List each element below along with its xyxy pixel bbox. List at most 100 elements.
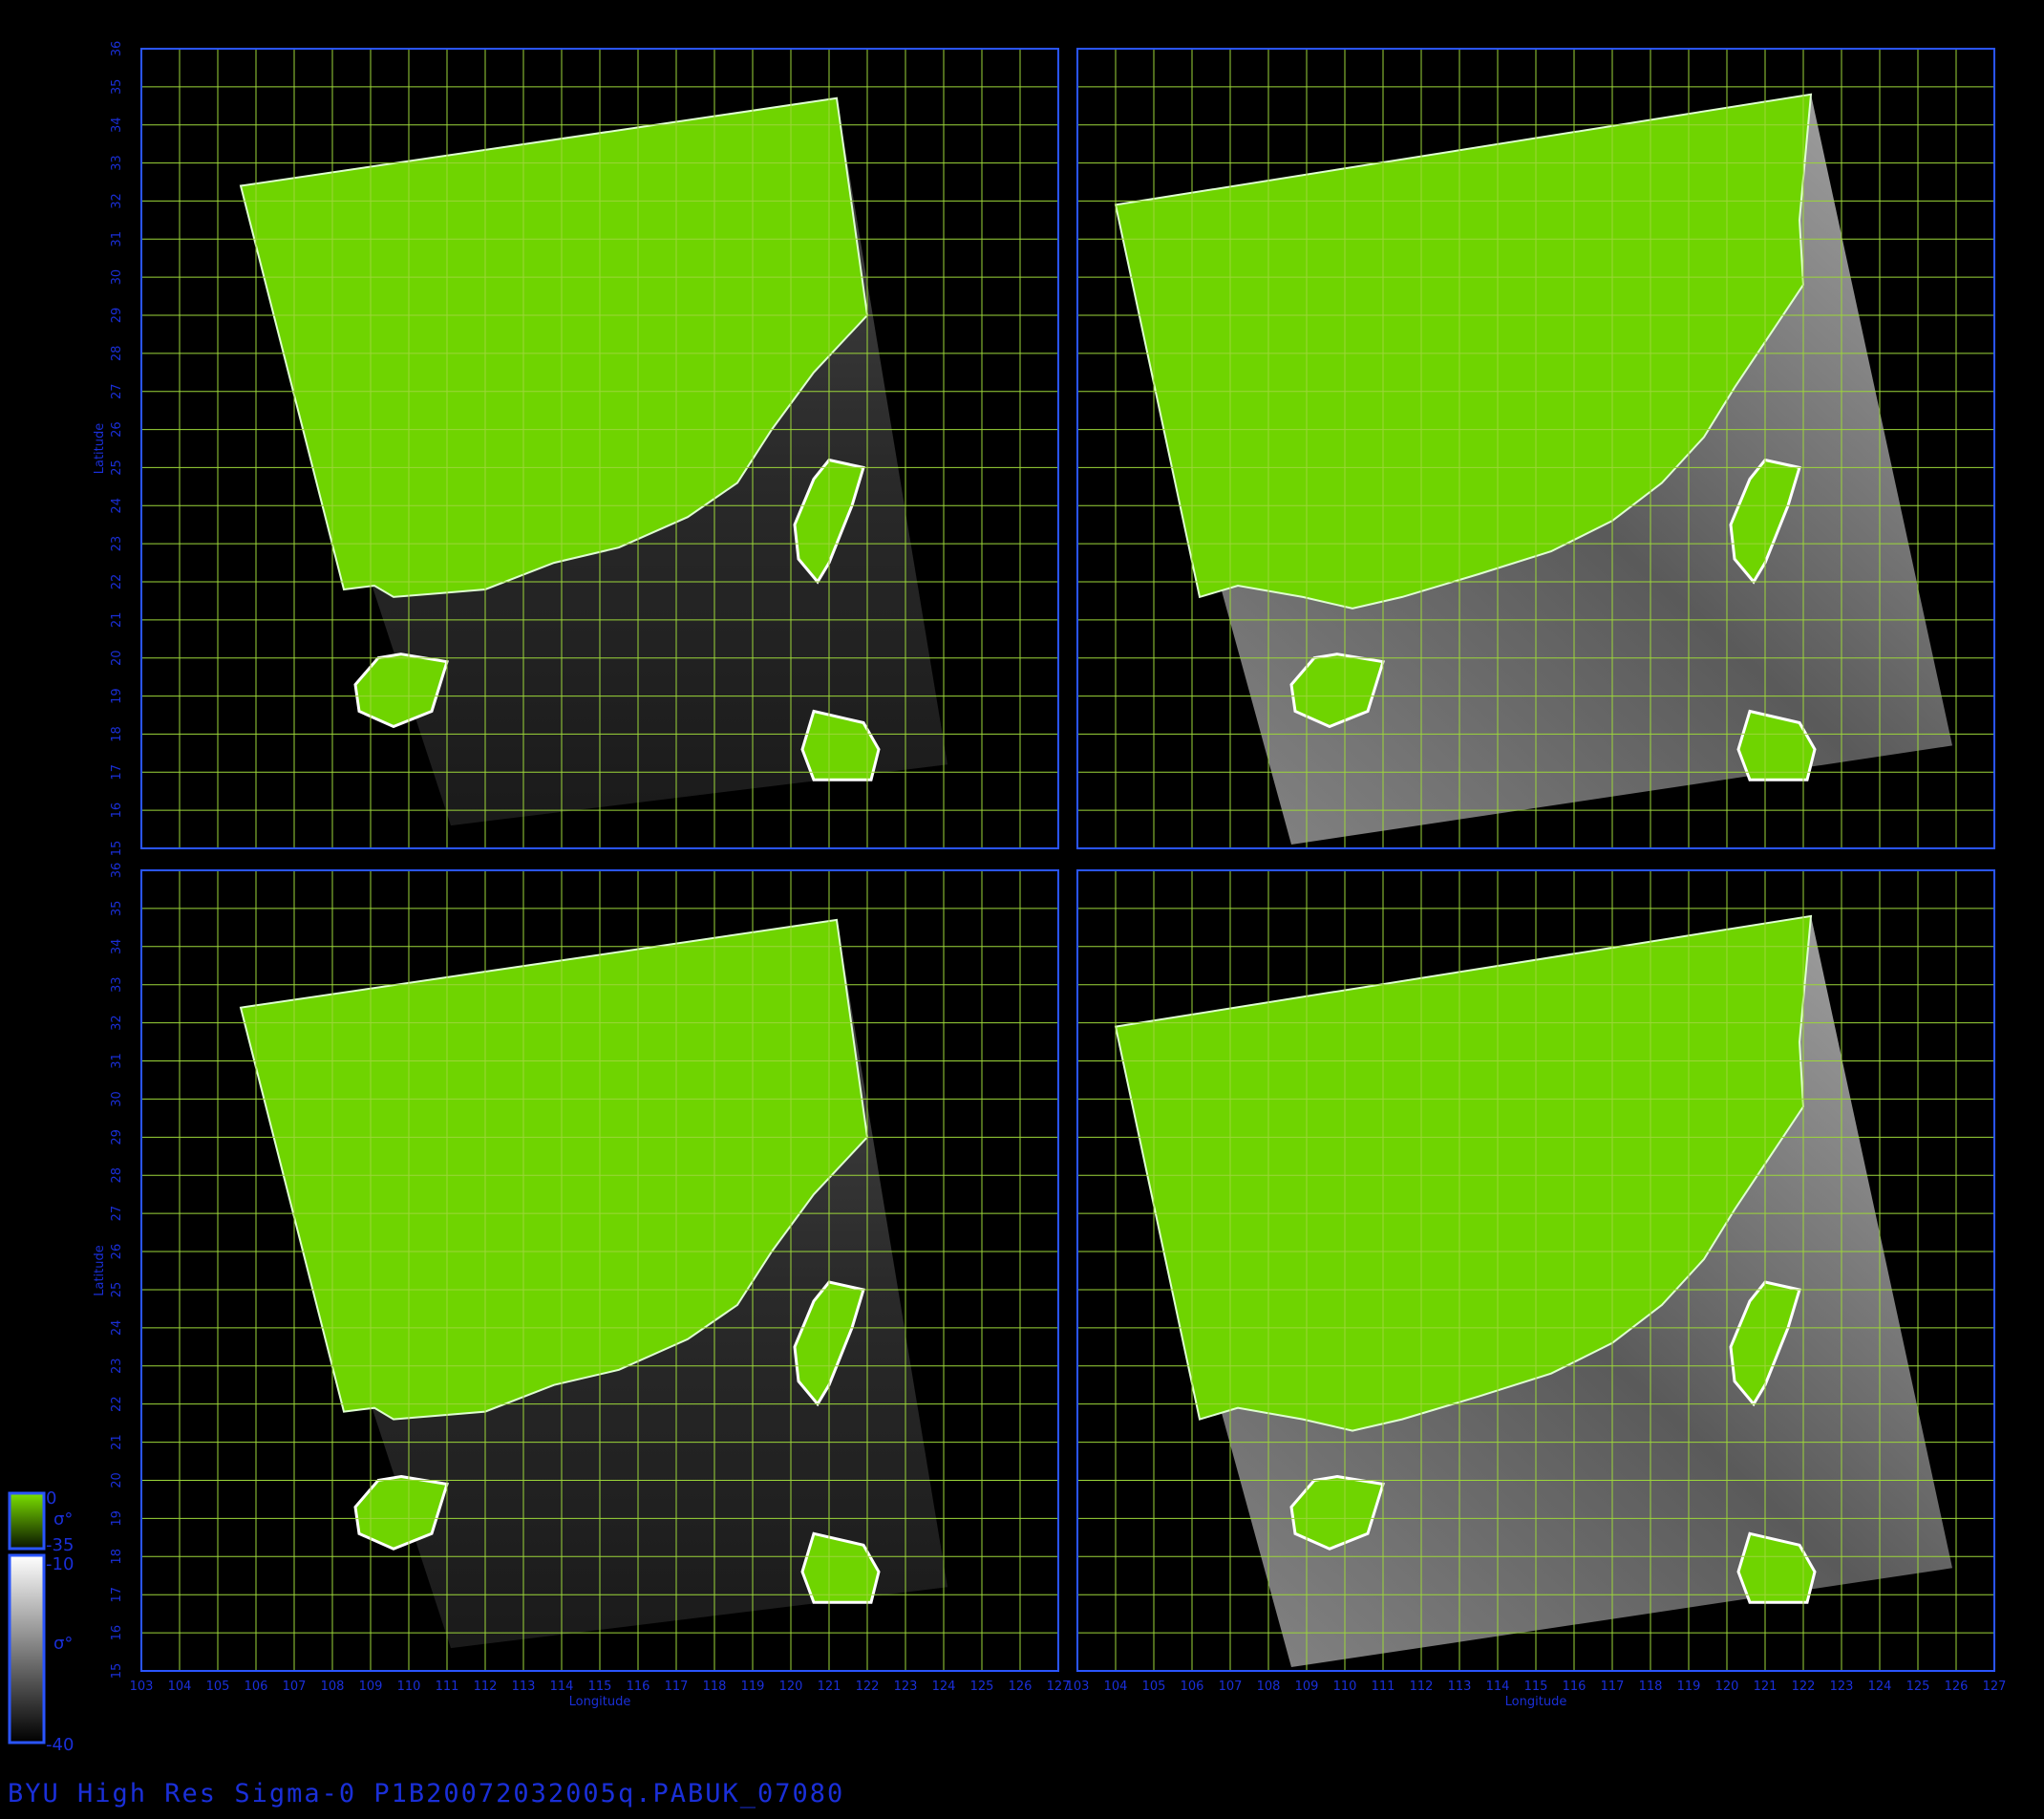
- lon-tick-label: 126: [1945, 1680, 1969, 1694]
- lon-tick-label: 123: [1830, 1680, 1854, 1694]
- figure: 15 16 17 18 19 20 21 22 23 24 25 26 27 28 29 30 31 32 33 34…: [0, 0, 2044, 1815]
- color-legend: 0 σ° -35 -10 σ° -40: [8, 1488, 74, 1755]
- lon-tick-label: 111: [1372, 1680, 1395, 1694]
- lat-tick-label: 36: [110, 41, 124, 57]
- lon-tick-label: 113: [512, 1680, 536, 1694]
- lon-tick-label: 109: [359, 1680, 383, 1694]
- lon-tick-label: 103: [1066, 1680, 1090, 1694]
- lon-tick-label: 113: [1448, 1680, 1472, 1694]
- lon-tick-label: 105: [206, 1680, 230, 1694]
- xlabel: Longitude: [1505, 1695, 1567, 1709]
- lon-tick-label: 119: [741, 1680, 765, 1694]
- lon-tick-label: 110: [397, 1680, 421, 1694]
- lat-tick-label: 32: [110, 1015, 124, 1031]
- lon-tick-label: 124: [1868, 1680, 1892, 1694]
- lat-tick-label: 19: [110, 1510, 124, 1527]
- lon-tick-label: 105: [1142, 1680, 1166, 1694]
- lon-tick-label: 124: [932, 1680, 956, 1694]
- lon-tick-label: 104: [168, 1680, 192, 1694]
- lat-tick-label: 35: [110, 79, 124, 96]
- lon-tick-label: 103: [130, 1680, 154, 1694]
- lon-tick-label: 118: [703, 1680, 727, 1694]
- legend-ocean-top: -10: [46, 1554, 74, 1574]
- lat-tick-label: 22: [110, 574, 124, 590]
- lon-tick-label: 112: [474, 1680, 498, 1694]
- lat-tick-label: 25: [110, 460, 124, 476]
- lat-tick-label: 36: [110, 863, 124, 879]
- lat-tick-label: 29: [110, 308, 124, 324]
- legend-ocean-bottom: -40: [46, 1735, 74, 1755]
- figure-svg: 15 16 17 18 19 20 21 22 23 24 25 26 27 28 29 30 31 32 33 34…: [8, 41, 2007, 1755]
- lat-tick-label: 34: [110, 939, 124, 955]
- lon-tick-label: 125: [1906, 1680, 1930, 1694]
- map-panel-top-left: 15 16 17 18 19 20 21 22 23 24 25 26 27 28 29 30 31 32 33 34…: [93, 41, 1059, 857]
- land-colorbar: [10, 1493, 44, 1549]
- lon-tick-label: 115: [588, 1680, 612, 1694]
- lat-tick-label: 28: [110, 346, 124, 362]
- lon-tick-label: 117: [665, 1680, 689, 1694]
- lat-tick-label: 30: [110, 1091, 124, 1107]
- lon-tick-label: 121: [1754, 1680, 1778, 1694]
- lat-tick-label: 16: [110, 1625, 124, 1641]
- lat-tick-label: 15: [110, 1663, 124, 1680]
- lat-tick-label: 20: [110, 1472, 124, 1488]
- lat-tick-label: 28: [110, 1167, 124, 1184]
- lat-tick-label: 15: [110, 841, 124, 857]
- lon-tick-label: 111: [436, 1680, 459, 1694]
- lon-tick-label: 126: [1009, 1680, 1033, 1694]
- map-panel-top-right: [1076, 48, 1995, 849]
- ylabel: Latitude: [93, 423, 107, 475]
- legend-ocean-symbol: σ°: [53, 1634, 73, 1654]
- legend-land-top: 0: [46, 1488, 56, 1509]
- map-panel-bottom-left: 15 16 17 18 19 20 21 22 23 24 25 26 27 28 29 30 31 32 33 34…: [93, 863, 1070, 1709]
- lat-tick-label: 32: [110, 193, 124, 209]
- xlabel: Longitude: [569, 1695, 631, 1709]
- lat-tick-label: 31: [110, 1053, 124, 1069]
- lat-tick-label: 21: [110, 1434, 124, 1450]
- ocean-colorbar: [10, 1555, 44, 1743]
- lon-tick-label: 109: [1295, 1680, 1319, 1694]
- lon-tick-label: 117: [1601, 1680, 1625, 1694]
- lon-tick-label: 116: [1563, 1680, 1586, 1694]
- lon-tick-label: 114: [550, 1680, 574, 1694]
- lat-tick-label: 21: [110, 612, 124, 629]
- lat-tick-label: 27: [110, 383, 124, 399]
- lon-tick-label: 125: [970, 1680, 994, 1694]
- ylabel: Latitude: [93, 1245, 107, 1296]
- lat-tick-label: 17: [110, 764, 124, 781]
- lat-tick-label: 16: [110, 802, 124, 819]
- lat-tick-label: 22: [110, 1396, 124, 1412]
- lat-tick-label: 23: [110, 536, 124, 552]
- legend-land-symbol: σ°: [53, 1509, 73, 1530]
- lon-tick-label: 120: [1715, 1680, 1739, 1694]
- lat-tick-label: 23: [110, 1358, 124, 1374]
- lon-tick-label: 110: [1333, 1680, 1357, 1694]
- lat-tick-label: 17: [110, 1587, 124, 1603]
- lon-tick-label: 121: [818, 1680, 841, 1694]
- lon-tick-label: 106: [1181, 1680, 1204, 1694]
- lat-tick-label: 33: [110, 155, 124, 171]
- map-panel-bottom-right: 103 104 105 106 107 108 109 110 111 112 113 114 115 1…: [1066, 869, 2007, 1709]
- lon-tick-label: 104: [1104, 1680, 1128, 1694]
- lon-tick-label: 114: [1486, 1680, 1510, 1694]
- lon-tick-label: 107: [1219, 1680, 1243, 1694]
- lat-tick-label: 24: [110, 498, 124, 514]
- lat-tick-label: 25: [110, 1282, 124, 1298]
- lat-tick-label: 27: [110, 1206, 124, 1222]
- lon-tick-label: 122: [1792, 1680, 1816, 1694]
- lon-tick-label: 108: [321, 1680, 345, 1694]
- lat-tick-label: 20: [110, 650, 124, 666]
- lon-tick-label: 118: [1639, 1680, 1663, 1694]
- lat-tick-label: 26: [110, 1244, 124, 1260]
- lon-tick-label: 127: [1983, 1680, 2007, 1694]
- legend-land-bottom: -35: [46, 1535, 74, 1555]
- lat-tick-label: 29: [110, 1129, 124, 1145]
- lat-tick-label: 24: [110, 1320, 124, 1337]
- lon-tick-label: 115: [1524, 1680, 1548, 1694]
- footer-title: BYU High Res Sigma-0 P1B20072032005q.PAB…: [8, 1779, 845, 1808]
- lon-tick-label: 116: [627, 1680, 650, 1694]
- lon-tick-label: 108: [1257, 1680, 1281, 1694]
- lat-tick-label: 18: [110, 1549, 124, 1565]
- lat-tick-label: 31: [110, 231, 124, 247]
- lat-tick-label: 19: [110, 688, 124, 704]
